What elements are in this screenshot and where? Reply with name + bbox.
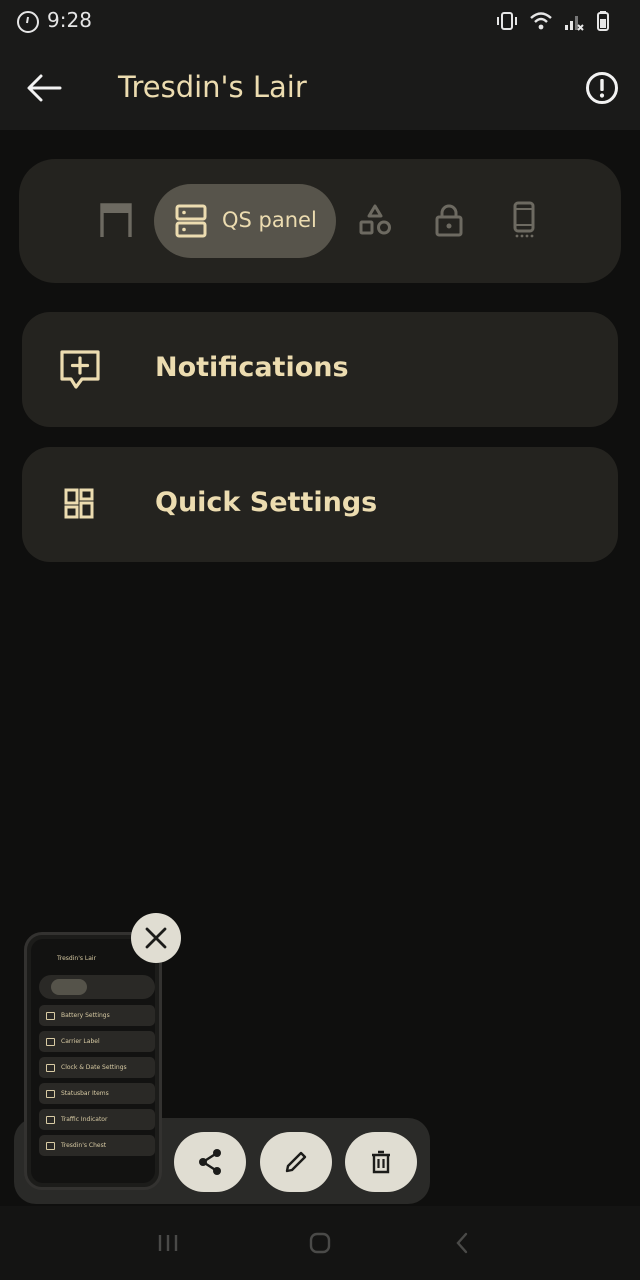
preview-title: Tresdin's Lair [57, 955, 97, 962]
preview-tab-pill [51, 979, 87, 995]
dismiss-preview-button[interactable] [131, 913, 181, 963]
preview-list-item: Tresdin's Chest [39, 1135, 155, 1156]
vibrate-icon [497, 12, 517, 30]
preview-screen: Tresdin's Lair Battery Settings Carrier … [31, 939, 155, 1183]
app-bar: Tresdin's Lair [0, 44, 640, 130]
tab-device[interactable] [504, 200, 544, 240]
signal-icon [565, 16, 584, 31]
share-button[interactable] [174, 1132, 246, 1192]
status-icons [496, 10, 610, 32]
back-arrow-icon [27, 74, 62, 102]
battery-icon [597, 11, 609, 31]
notification-add-icon [60, 350, 100, 389]
phone-icon [513, 201, 535, 238]
notifications-row[interactable]: Notifications [22, 312, 618, 427]
statusbar-icon [100, 203, 132, 237]
home-button[interactable] [300, 1228, 340, 1258]
recents-button[interactable] [148, 1228, 188, 1258]
tab-qs-panel-label: QS panel [222, 208, 317, 232]
tab-qs-panel[interactable]: QS panel [154, 184, 336, 258]
info-icon [586, 72, 618, 104]
preview-list-item: Statusbar Items [39, 1083, 155, 1104]
quick-settings-icon [64, 488, 94, 519]
preview-list-item: Carrier Label [39, 1031, 155, 1052]
wifi-icon [530, 12, 552, 30]
preview-list-item: Traffic Indicator [39, 1109, 155, 1130]
close-icon [145, 927, 167, 949]
nav-back-button[interactable] [442, 1228, 482, 1258]
preview-list-item: Battery Settings [39, 1005, 155, 1026]
shapes-icon [359, 204, 391, 235]
tab-lockscreen[interactable] [429, 200, 469, 240]
status-time: 9:28 [47, 8, 92, 32]
clock-icon [17, 11, 39, 33]
info-button[interactable] [580, 66, 624, 110]
edit-button[interactable] [260, 1132, 332, 1192]
quick-settings-label: Quick Settings [155, 487, 378, 518]
system-nav-bar [0, 1206, 640, 1280]
preview-list-item: Clock & Date Settings [39, 1057, 155, 1078]
back-button[interactable] [22, 66, 66, 110]
lock-icon [435, 204, 463, 237]
screenshot-preview[interactable]: Tresdin's Lair Battery Settings Carrier … [24, 932, 162, 1190]
delete-button[interactable] [345, 1132, 417, 1192]
preview-tabs [39, 975, 155, 999]
share-icon [199, 1149, 221, 1175]
tab-statusbar[interactable] [96, 200, 136, 240]
tab-shapes[interactable] [355, 200, 395, 240]
delete-icon [372, 1150, 390, 1174]
nav-back-icon [456, 1232, 468, 1254]
quick-settings-row[interactable]: Quick Settings [22, 447, 618, 562]
page-title: Tresdin's Lair [118, 70, 307, 104]
notifications-label: Notifications [155, 352, 349, 383]
recents-icon [158, 1235, 178, 1251]
qs-panel-icon [175, 204, 207, 238]
edit-icon [285, 1151, 307, 1173]
status-bar: 9:28 [0, 0, 640, 44]
home-icon [309, 1232, 331, 1254]
